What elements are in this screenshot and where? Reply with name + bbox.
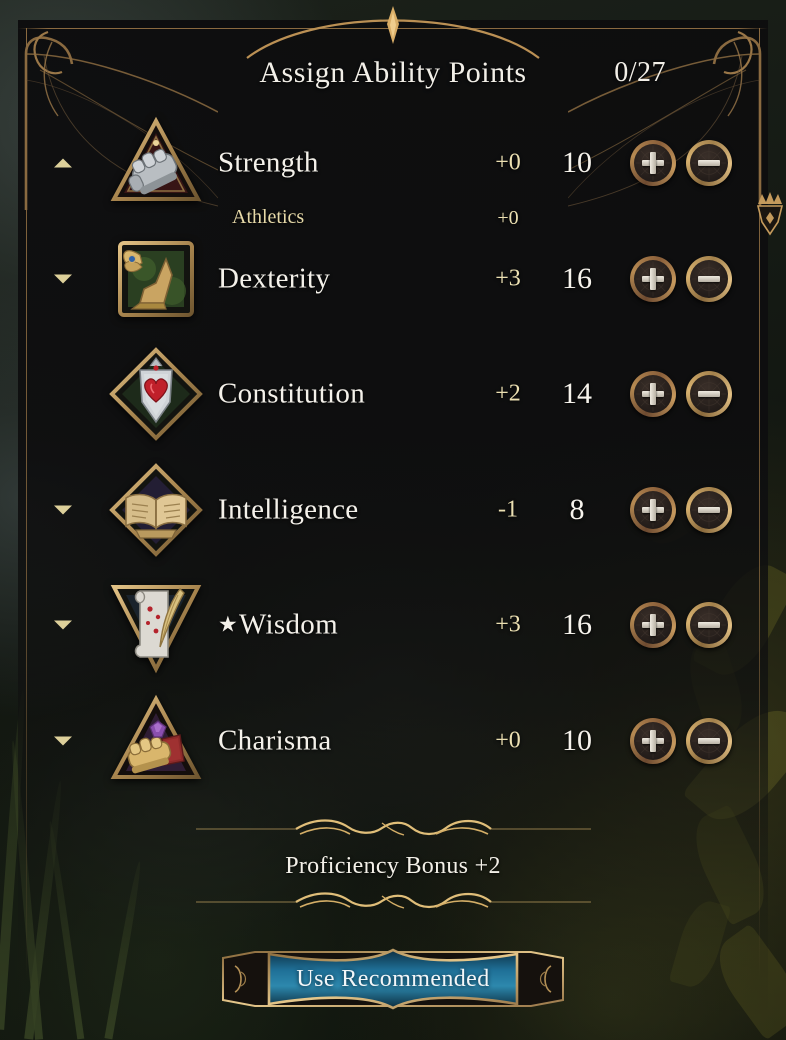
ability-stepper [630, 602, 732, 648]
expand-caret-icon[interactable] [54, 505, 72, 514]
ability-row: ★Wisdom +3 16 [18, 582, 768, 698]
dexterity-winged-boot-icon [106, 229, 206, 329]
ability-score: 16 [562, 261, 592, 295]
ability-name: Constitution [218, 378, 365, 411]
ability-name: Strength [218, 147, 319, 180]
ability-name-text: Wisdom [239, 608, 338, 641]
ability-stepper [630, 371, 732, 417]
constitution-heart-icon [106, 344, 206, 444]
frame-top-line [18, 28, 768, 29]
ability-stepper [630, 486, 732, 533]
ability-row: Charisma +0 10 [18, 694, 768, 814]
ability-modifier: +2 [495, 380, 521, 407]
charisma-gauntlet-gem-icon [106, 691, 206, 791]
increase-ability-button[interactable] [630, 140, 676, 186]
decrease-ability-button[interactable] [686, 371, 732, 417]
ability-name-text: Intelligence [218, 493, 359, 525]
proficiency-bonus-label: Proficiency Bonus +2 [285, 853, 501, 879]
ability-name-text: Constitution [218, 377, 366, 410]
ability-modifier: +3 [495, 611, 521, 638]
footer-actions: Use Recommended [18, 948, 768, 1022]
ability-score: 8 [569, 492, 585, 526]
ability-row: Dexterity +3 16 [18, 236, 768, 352]
increase-ability-button[interactable] [630, 371, 676, 417]
ability-row-main: Dexterity +3 16 [18, 236, 768, 322]
use-recommended-label: Use Recommended [296, 965, 490, 992]
proficiency-section: Proficiency Bonus +2 [18, 815, 768, 925]
decrease-ability-button[interactable] [686, 717, 732, 764]
primary-ability-star-icon: ★ [218, 611, 239, 637]
use-recommended-button[interactable]: Use Recommended [217, 948, 569, 1010]
ability-score: 10 [562, 723, 592, 757]
ability-stepper [630, 140, 732, 186]
ability-stepper [630, 255, 732, 302]
expand-caret-icon[interactable] [54, 620, 72, 630]
divider-flourish-icon [196, 892, 591, 909]
ability-modifier: +0 [495, 727, 521, 753]
ability-row: Constitution +2 14 [18, 347, 768, 467]
ability-row: Strength +0 10 Athletics +0 [18, 116, 768, 236]
intelligence-book-icon [106, 460, 206, 560]
ability-score: 10 [562, 146, 592, 179]
panel-header: Assign Ability Points 0/27 [18, 56, 768, 106]
expand-caret-icon[interactable] [54, 158, 72, 168]
expand-caret-icon[interactable] [54, 736, 72, 745]
ability-name: Intelligence [218, 493, 358, 526]
ability-row-main: Charisma +0 10 [18, 694, 768, 784]
wisdom-scroll-quill-icon [106, 575, 206, 675]
ability-row-main: Strength +0 10 [18, 116, 768, 206]
skill-modifier: +0 [497, 207, 519, 229]
ability-name-text: Charisma [218, 724, 332, 756]
ability-name: Charisma [218, 724, 332, 757]
increase-ability-button[interactable] [630, 255, 676, 302]
decrease-ability-button[interactable] [686, 602, 732, 648]
ability-name-text: Dexterity [218, 262, 331, 294]
divider-flourish-icon [196, 819, 591, 836]
ability-row-main: Intelligence -1 8 [18, 462, 768, 557]
ability-points-panel: Assign Ability Points 0/27 Strength +0 1… [18, 6, 784, 1022]
ability-modifier: +3 [495, 265, 521, 291]
ability-score: 16 [562, 608, 592, 641]
ability-modifier: +0 [495, 149, 521, 176]
increase-ability-button[interactable] [630, 486, 676, 533]
ability-name-text: Strength [218, 146, 319, 179]
ability-row-main: Constitution +2 14 [18, 347, 768, 441]
ability-name: ★Wisdom [218, 609, 338, 642]
decrease-ability-button[interactable] [686, 486, 732, 533]
increase-ability-button[interactable] [630, 717, 676, 764]
decrease-ability-button[interactable] [686, 255, 732, 302]
ability-row-main: ★Wisdom +3 16 [18, 582, 768, 674]
strength-gauntlet-icon [106, 113, 206, 213]
decrease-ability-button[interactable] [686, 140, 732, 186]
ability-modifier: -1 [498, 496, 518, 522]
ability-name: Dexterity [218, 262, 330, 295]
skill-name: Athletics [232, 206, 305, 228]
ability-row: Intelligence -1 8 [18, 462, 768, 583]
points-remaining-counter: 0/27 [614, 57, 666, 88]
ability-stepper [630, 717, 732, 764]
expand-caret-icon[interactable] [54, 274, 72, 283]
ability-score: 14 [562, 377, 592, 410]
increase-ability-button[interactable] [630, 602, 676, 648]
ability-list: Strength +0 10 Athletics +0 Dexterity +3… [18, 116, 768, 814]
